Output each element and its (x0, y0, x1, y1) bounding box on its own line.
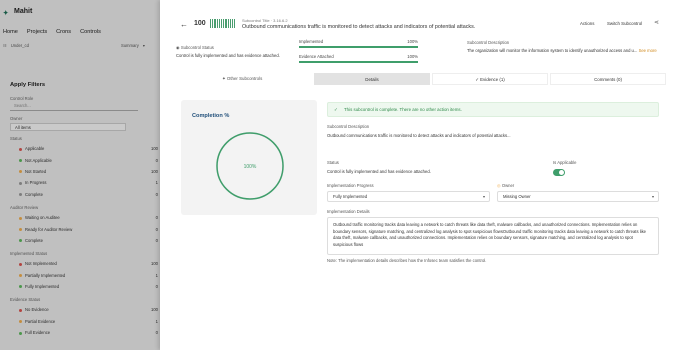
implemented-bar (299, 46, 418, 48)
tab-details[interactable]: Details (314, 73, 430, 85)
description-text: The organization will monitor the inform… (467, 48, 657, 53)
warning-icon: ◎ (497, 183, 501, 188)
actions-button[interactable]: Actions (580, 21, 594, 26)
implemented-progress: Implemented 100% (299, 39, 418, 48)
evidence-bar (299, 61, 418, 63)
description-label: Subcontrol Description (467, 40, 510, 45)
impl-details-label: Implementation Details (327, 209, 370, 214)
evidence-attached-label: Evidence Attached (299, 54, 334, 59)
back-arrow-icon[interactable]: ← (180, 20, 188, 29)
completion-title: Completion % (192, 113, 230, 119)
subcontrol-id: Subcontrol Title · 3.16.6.2 (242, 18, 288, 23)
share-icon[interactable]: ⋖ (654, 19, 659, 26)
tab-evidence[interactable]: ✓ Evidence (1) (432, 73, 548, 85)
completion-ring: 100% (216, 132, 284, 200)
see-more-link[interactable]: See more (639, 48, 657, 53)
score-bars (210, 19, 236, 28)
owner-field-select[interactable]: Missing Owner ▾ (497, 191, 659, 202)
evidence-attached-value: 100% (407, 54, 418, 59)
details-status-text: Control is fully implemented and has evi… (327, 169, 431, 174)
chevron-down-icon: ▾ (482, 194, 485, 199)
subcontrol-title: Outbound communications traffic is monit… (242, 24, 476, 30)
impl-details-note: Note: The implementation details describ… (327, 258, 487, 263)
details-desc-text: Outbound communications traffic is monit… (327, 133, 511, 138)
impl-details-textarea[interactable]: Outbound traffic monitoring tracks data … (327, 217, 659, 255)
score-value: 100 (194, 20, 206, 27)
tab-comments[interactable]: Comments (0) (550, 73, 666, 85)
implemented-label: Implemented (299, 39, 324, 44)
completion-panel: Completion % 100% (181, 100, 317, 215)
chevron-down-icon: ▾ (651, 194, 654, 199)
is-applicable-toggle[interactable] (553, 169, 565, 176)
implemented-value: 100% (407, 39, 418, 44)
tab-bar: Details ✓ Evidence (1) Comments (0) (314, 73, 666, 85)
overlay-shade[interactable] (0, 0, 160, 350)
impl-progress-select[interactable]: Fully Implemented ▾ (327, 191, 490, 202)
owner-field-label: ◎ Owner (497, 183, 515, 188)
impl-progress-label: Implementation Progress (327, 183, 374, 188)
subcontrol-status-label: ◉ Subcontrol Status (176, 45, 214, 50)
check-icon: ✓ (334, 107, 338, 112)
evidence-progress: Evidence Attached 100% (299, 54, 418, 63)
details-desc-label: Subcontrol Description (327, 124, 370, 129)
completion-value: 100% (244, 164, 257, 170)
other-subcontrols-button[interactable]: ✦ Other Subcontrols (222, 76, 262, 82)
switch-subcontrol-button[interactable]: Switch Subcontrol (607, 21, 642, 26)
details-status-label: Status (327, 160, 339, 165)
is-applicable-label: Is Applicable (553, 160, 577, 165)
complete-banner: ✓ This subcontrol is complete. There are … (327, 102, 659, 117)
subcontrol-status-text: Control is fully implemented and has evi… (176, 53, 280, 58)
